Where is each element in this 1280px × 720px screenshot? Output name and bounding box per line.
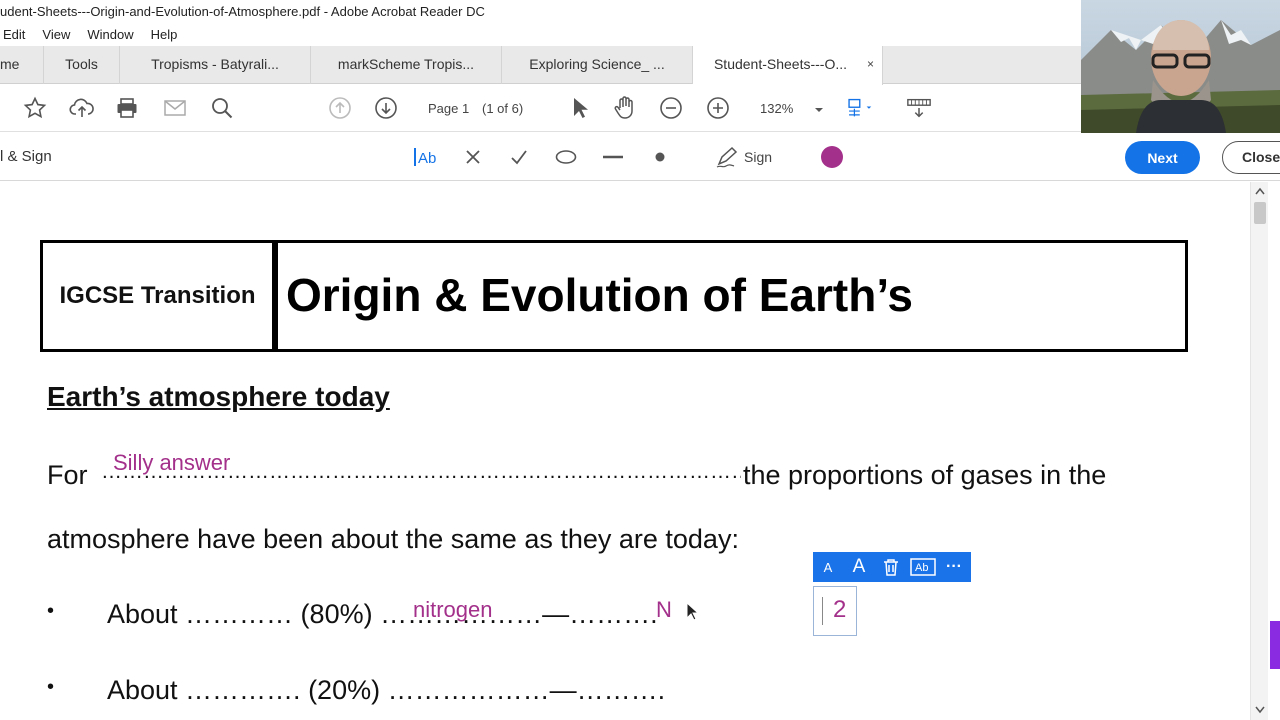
pdf-page: IGCSE Transition Origin & Evolution of E… xyxy=(0,182,1250,720)
bullet-1-text: About ………… (80%) ………………—………. xyxy=(107,599,658,629)
previous-page-icon[interactable] xyxy=(327,95,353,121)
close-button[interactable]: Close xyxy=(1222,141,1280,174)
increase-font-size-button[interactable]: A xyxy=(843,556,875,578)
line-icon[interactable] xyxy=(600,145,626,169)
star-icon[interactable] xyxy=(22,95,48,121)
worksheet-header: IGCSE Transition Origin & Evolution of E… xyxy=(40,240,1188,352)
line1-suffix: the proportions of gases in the xyxy=(743,460,1107,490)
text-annotation-box[interactable]: 2 xyxy=(813,586,857,636)
webcam-video xyxy=(1081,0,1280,133)
menu-edit[interactable]: Edit xyxy=(0,24,33,46)
tab-student-sheets-label: Student-Sheets---O... xyxy=(713,56,848,72)
checkmark-icon[interactable] xyxy=(508,145,530,169)
fill-sign-toolbar: l & Sign Ab Sign xyxy=(0,133,1280,181)
sign-pen-icon[interactable] xyxy=(714,145,742,169)
tab-tools[interactable]: Tools xyxy=(44,46,120,84)
dot-icon[interactable] xyxy=(650,145,670,169)
fill-sign-label: l & Sign xyxy=(0,148,52,165)
chevron-down-icon[interactable] xyxy=(806,97,832,123)
page-count: (1 of 6) xyxy=(482,101,524,116)
bullet-2-marker: • xyxy=(47,676,55,698)
next-page-icon[interactable] xyxy=(373,95,399,121)
header-course-label: IGCSE Transition xyxy=(59,282,256,309)
more-options-icon[interactable]: ··· xyxy=(939,558,969,576)
menu-window[interactable]: Window xyxy=(84,24,141,46)
scroll-mode-icon[interactable] xyxy=(906,95,932,121)
annotation-nitrogen[interactable]: nitrogen xyxy=(413,597,493,623)
zoom-in-icon[interactable] xyxy=(705,95,731,121)
tab-home[interactable]: me xyxy=(0,46,44,84)
text-annotation-value[interactable]: 2 xyxy=(833,596,846,624)
section-heading: Earth’s atmosphere today xyxy=(47,381,390,412)
text-annotation-toolbar: A A Ab ··· xyxy=(813,552,971,582)
zoom-level-select[interactable]: 132% xyxy=(760,85,793,132)
tab-exploring-science[interactable]: Exploring Science_ ... xyxy=(502,46,693,84)
line2-text: atmosphere have been about the same as t… xyxy=(47,524,739,554)
decrease-font-size-button[interactable]: A xyxy=(813,560,843,575)
scroll-down-icon[interactable] xyxy=(1255,706,1265,714)
menu-help[interactable]: Help xyxy=(148,24,186,46)
header-divider xyxy=(272,243,278,349)
cross-mark-icon[interactable] xyxy=(462,145,484,169)
header-title: Origin & Evolution of Earth’s xyxy=(286,269,913,321)
email-icon[interactable] xyxy=(162,95,188,121)
side-panel-tab[interactable] xyxy=(1270,621,1280,669)
annotation-N[interactable]: N xyxy=(656,597,672,623)
tab-tropisms[interactable]: Tropisms - Batyrali... xyxy=(120,46,311,84)
add-text-tool-label: Ab xyxy=(418,150,436,167)
zoom-out-icon[interactable] xyxy=(658,95,684,121)
hand-tool-icon[interactable] xyxy=(612,95,638,121)
close-tab-icon[interactable]: × xyxy=(867,46,874,83)
ellipse-icon[interactable] xyxy=(553,145,579,169)
menu-bar: Edit View Window Help xyxy=(0,24,191,46)
upload-cloud-icon[interactable] xyxy=(69,95,95,121)
annotation-silly-answer[interactable]: Silly answer xyxy=(113,450,230,476)
color-picker[interactable] xyxy=(820,145,844,169)
page-number-field[interactable]: Page 1 xyxy=(428,85,469,132)
sign-button[interactable]: Sign xyxy=(744,145,772,169)
print-icon[interactable] xyxy=(114,95,140,121)
add-text-tool[interactable]: Ab xyxy=(413,145,441,169)
vertical-scrollbar[interactable] xyxy=(1250,182,1268,720)
bullet-2-text: About …………. (20%) ………………—………. xyxy=(107,675,666,705)
bullet-1-marker: • xyxy=(47,600,55,622)
fit-page-icon[interactable] xyxy=(846,95,872,121)
mouse-pointer-icon xyxy=(686,601,700,622)
select-pointer-icon[interactable] xyxy=(566,95,592,121)
scrollbar-thumb[interactable] xyxy=(1254,202,1266,224)
convert-field-label: Ab xyxy=(915,562,928,574)
tab-student-sheets[interactable]: Student-Sheets---O... × xyxy=(693,46,883,85)
convert-field-icon[interactable]: Ab xyxy=(907,558,939,576)
tab-markscheme[interactable]: markScheme Tropis... xyxy=(311,46,502,84)
next-button[interactable]: Next xyxy=(1125,141,1200,174)
line1-prefix: For xyxy=(47,460,88,490)
text-caret xyxy=(822,597,823,625)
search-icon[interactable] xyxy=(209,95,235,121)
delete-icon[interactable] xyxy=(875,558,907,576)
menu-view[interactable]: View xyxy=(39,24,78,46)
scroll-up-icon[interactable] xyxy=(1255,187,1265,195)
